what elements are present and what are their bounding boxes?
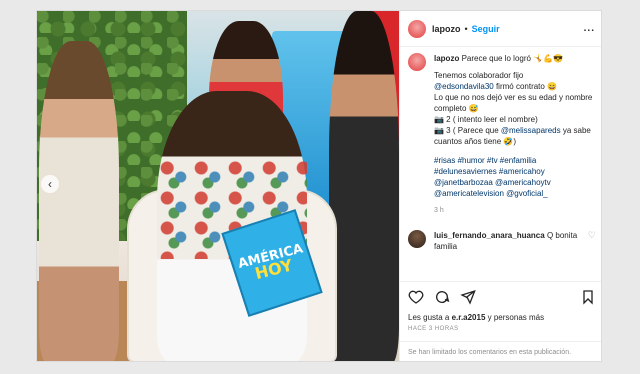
header-username[interactable]: lapozo [432,24,461,34]
hashtags[interactable]: #risas #humor #tv #enfamilia #delunesavi… [434,155,596,199]
person-left [39,41,119,361]
caption-avatar[interactable] [408,53,426,71]
heart-icon[interactable]: ♡ [588,230,596,241]
instagram-post-embed: AMÉRICA HOY ‹ lapozo • Seguir ... lapozo… [36,10,602,362]
caption: lapozo Parece que lo logró 🤸💪😎 Tenemos c… [408,53,596,216]
caption-time: 3 h [434,207,444,214]
caption-first-line: Parece que lo logró 🤸💪😎 [461,54,564,63]
comment-icon[interactable] [434,289,450,310]
mention-link[interactable]: @edsondavila30 [434,82,494,91]
comment-item: luis_fernando_anara_huanca Q bonita fami… [408,230,596,252]
likes-summary: Les gusta a e.r.a2015 y personas más [408,313,596,322]
chevron-left-icon[interactable]: ‹ [41,175,59,193]
comments-limited-notice: Se han limitado los comentarios en esta … [400,341,601,361]
caption-username[interactable]: lapozo [434,54,459,63]
person-right [329,11,399,361]
post-age: HACE 3 HORAS [408,326,459,332]
more-options-button[interactable]: ... [584,23,595,34]
commenter-username[interactable]: luis_fernando_anara_huanca [434,231,545,240]
caption-line: 📷 2 ( intento leer el nombre) [434,115,538,124]
follow-button[interactable]: Seguir [472,24,500,34]
comments-area: lapozo Parece que lo logró 🤸💪😎 Tenemos c… [400,47,601,277]
mention-link[interactable]: @melissapareds [501,126,561,135]
action-bar: Les gusta a e.r.a2015 y personas más HAC… [400,281,601,332]
caption-line: Tenemos colaborador fijo [434,71,524,80]
separator-dot: • [464,23,468,34]
caption-line: 📷 3 ( Parece que [434,126,501,135]
avatar[interactable] [408,19,426,38]
commenter-avatar[interactable] [408,230,426,248]
bookmark-icon[interactable] [580,289,596,310]
share-icon[interactable] [460,289,476,310]
caption-line: Lo que no nos dejó ver es su edad y nomb… [434,93,593,113]
likes-prefix: Les gusta a [408,313,452,322]
post-sidebar: lapozo • Seguir ... lapozo Parece que lo… [399,11,601,361]
caption-line: firmó contrato 😄 [493,82,558,91]
likes-user[interactable]: e.r.a2015 [452,313,486,322]
likes-suffix: y personas más [485,313,545,322]
post-photo[interactable]: AMÉRICA HOY ‹ [37,11,399,361]
heart-icon[interactable] [408,289,424,310]
post-header: lapozo • Seguir ... [400,11,601,47]
